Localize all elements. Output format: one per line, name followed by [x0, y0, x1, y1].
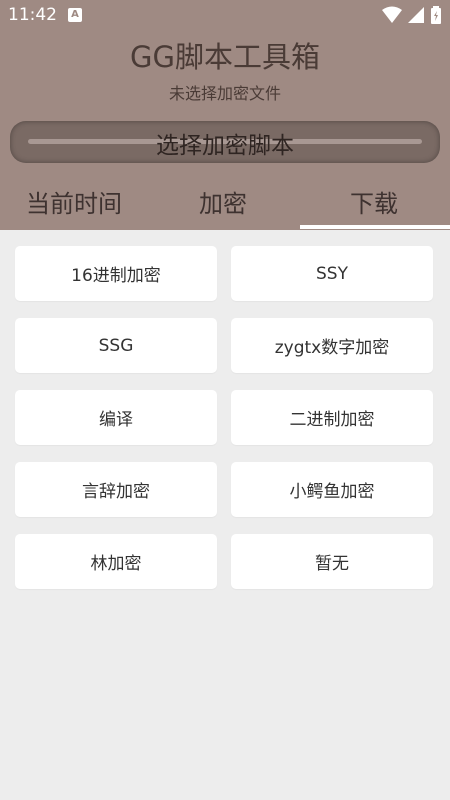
status-bar: 11:42 A	[0, 0, 450, 30]
signal-icon	[407, 7, 424, 23]
tool-grid: 16进制加密 SSY SSG zygtx数字加密 编译 二进制加密 言辞加密 小…	[15, 246, 434, 589]
app-header: 11:42 A GG脚本工具箱 未选择加密文件 选择加密脚本 当前时间 加密 下…	[0, 0, 450, 230]
hex-encrypt-button[interactable]: 16进制加密	[15, 246, 217, 301]
none-button[interactable]: 暂无	[231, 534, 433, 589]
ssy-button[interactable]: SSY	[231, 246, 433, 301]
file-status-text: 未选择加密文件	[168, 84, 281, 103]
zygtx-encrypt-button[interactable]: zygtx数字加密	[231, 318, 433, 373]
tab-download[interactable]: 下载	[298, 184, 450, 230]
yanci-encrypt-button[interactable]: 言辞加密	[15, 462, 217, 517]
notification-a-icon: A	[68, 8, 82, 22]
ssg-button[interactable]: SSG	[15, 318, 217, 373]
binary-encrypt-button[interactable]: 二进制加密	[231, 390, 433, 445]
wifi-icon	[381, 6, 402, 23]
compile-button[interactable]: 编译	[15, 390, 217, 445]
select-script-label: 选择加密脚本	[156, 133, 294, 159]
tab-current-time[interactable]: 当前时间	[0, 184, 148, 230]
select-script-button[interactable]: 选择加密脚本	[10, 121, 440, 163]
battery-icon	[431, 6, 441, 24]
status-time: 11:42	[8, 5, 57, 25]
lin-encrypt-button[interactable]: 林加密	[15, 534, 217, 589]
status-icons	[381, 6, 442, 24]
app-title: GG脚本工具箱	[130, 40, 320, 74]
crocodile-encrypt-button[interactable]: 小鳄鱼加密	[231, 462, 433, 517]
tab-encrypt[interactable]: 加密	[148, 184, 298, 230]
tab-indicator	[300, 225, 450, 229]
